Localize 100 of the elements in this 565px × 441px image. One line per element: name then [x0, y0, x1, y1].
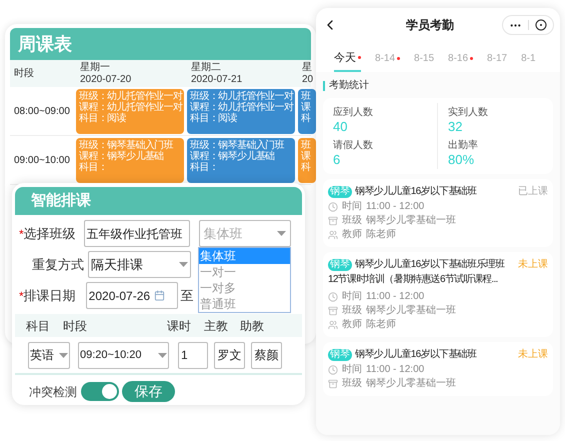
- repeat-select[interactable]: 隔天排课: [88, 251, 191, 278]
- weekday-header: 星期一: [80, 62, 111, 74]
- dropdown-option[interactable]: 普通班: [199, 296, 290, 312]
- card-text: 科目：阅读: [79, 112, 127, 124]
- stat-label: 应到人数: [333, 106, 374, 120]
- column-header: 科目: [25, 318, 51, 334]
- course-tag: 钢琴: [328, 186, 352, 198]
- class-card[interactable]: 班 课 科: [298, 88, 316, 134]
- toggle-switch[interactable]: [81, 382, 119, 401]
- calendar-icon: [154, 290, 166, 301]
- card-text: 课: [301, 150, 310, 162]
- card-text: 科目：阅读: [190, 112, 238, 124]
- people-icon: [328, 320, 338, 330]
- caret-icon: [179, 262, 188, 267]
- lesson-status: 已上课: [518, 185, 548, 199]
- date-tab[interactable]: 8-1: [521, 51, 536, 72]
- column-header: 时段: [13, 66, 35, 81]
- type-select[interactable]: 集体班: [198, 220, 291, 247]
- card-text: 科目：: [79, 162, 108, 172]
- detail-value: 陈老师: [366, 318, 396, 332]
- detail-value: 11:00 - 12:00: [366, 290, 424, 304]
- people-icon: [328, 230, 338, 240]
- caret-icon: [59, 352, 68, 358]
- lesson-status: 未上课: [518, 348, 548, 362]
- card-text: 科: [301, 162, 312, 172]
- stat-label: 出勤率: [448, 138, 479, 153]
- class-card[interactable]: 班级：钢琴基础入门班 课程：钢琴少儿基础 科目：: [187, 138, 295, 182]
- detail-value: 陈老师: [366, 228, 396, 242]
- date-input[interactable]: 2020-07-26: [86, 282, 178, 309]
- panel-title: 智能排课: [31, 190, 91, 211]
- target-icon[interactable]: [535, 19, 547, 31]
- column-header: 主教: [204, 318, 229, 334]
- card-text: 班: [301, 140, 312, 150]
- class-card[interactable]: 班级：幼儿托管作业一对 课程：幼儿托管作业一对 科目：阅读: [187, 88, 295, 134]
- clock-icon: [328, 202, 338, 212]
- class-card[interactable]: 班 课 科: [298, 138, 316, 182]
- lesson-title: 钢琴少儿儿童16岁以下基础班乐理班: [355, 258, 506, 272]
- capsule-menu[interactable]: [502, 15, 554, 35]
- lesson-card[interactable]: 钢琴 钢琴少儿儿童16岁以下基础班乐理班 未上课 12节课时培训（暑期特惠送6节试听课程... 时间 11:00 - 12:00 班级 钢琴少儿零基础一班 教师 陈老师: [323, 252, 553, 337]
- clock-icon: [328, 292, 338, 302]
- clock-icon: [328, 364, 338, 374]
- time-slot: 09:00~10:00: [10, 152, 76, 168]
- column-header: 课时: [167, 318, 192, 334]
- dropdown-option[interactable]: 一对一: [199, 264, 290, 280]
- panel-title: 周课表: [18, 32, 72, 56]
- date-tab[interactable]: 8-15: [414, 51, 434, 72]
- detail-label: 班级: [342, 304, 362, 318]
- archive-icon: [328, 216, 338, 226]
- card-text: 课程：钢琴少儿基础: [79, 150, 165, 162]
- date-tab[interactable]: 8-16: [448, 51, 474, 72]
- date-header: 2020-07-21: [191, 74, 244, 86]
- dropdown-option[interactable]: 一对多: [199, 280, 290, 296]
- stat-label: 实到人数: [448, 106, 489, 120]
- archive-icon: [328, 378, 338, 388]
- class-card[interactable]: 班级：钢琴基础入门班 课程：钢琴少儿基础 科目：: [76, 138, 184, 182]
- card-text: 班级：钢琴基础入门班: [79, 140, 174, 150]
- lesson-status: 未上课: [518, 258, 548, 272]
- date-tab[interactable]: 8-17: [487, 51, 508, 72]
- lesson-title: 钢琴少儿儿童16岁以下基础班: [355, 348, 478, 362]
- detail-value: 钢琴少儿零基础一班: [366, 376, 456, 391]
- weekday-header: 星: [302, 62, 313, 74]
- teacher-button[interactable]: 罗文: [214, 342, 245, 368]
- detail-label: 班级: [342, 214, 362, 228]
- detail-label: 时间: [342, 290, 362, 304]
- dropdown-option[interactable]: 集体班: [199, 248, 290, 264]
- field-label: 排课日期: [24, 286, 77, 305]
- lesson-title: 钢琴少儿儿童16岁以下基础班: [355, 185, 478, 199]
- detail-label: 时间: [342, 362, 362, 377]
- detail-label: 教师: [342, 228, 362, 242]
- caret-icon: [276, 231, 286, 236]
- subject-select[interactable]: 英语: [28, 342, 70, 368]
- lesson-card[interactable]: 钢琴 钢琴少儿儿童16岁以下基础班 未上课 时间 11:00 - 12:00 班级 钢琴少儿零基础一班: [323, 342, 553, 396]
- save-button[interactable]: 保存: [122, 381, 175, 402]
- class-input[interactable]: 五年级作业托管班: [84, 220, 190, 247]
- period-select[interactable]: 09:20~10:20: [78, 342, 169, 368]
- field-label: 选择班级: [24, 224, 77, 243]
- stat-value: 6: [333, 153, 342, 167]
- detail-value: 11:00 - 12:00: [366, 363, 424, 377]
- date-header: 2020-07-20: [80, 74, 132, 86]
- assistant-button[interactable]: 蔡颜: [251, 342, 282, 368]
- page-title: 学员考勤: [405, 17, 455, 34]
- detail-value: 钢琴少儿零基础一班: [366, 214, 456, 228]
- required-mark: *: [19, 226, 24, 242]
- archive-icon: [328, 306, 338, 316]
- lesson-card[interactable]: 钢琴 钢琴少儿儿童16岁以下基础班 已上课 时间 11:00 - 12:00 班级 钢琴少儿零基础一班 教师 陈老师: [323, 179, 553, 247]
- date-tab[interactable]: 8-14: [375, 51, 400, 72]
- card-text: 班: [301, 90, 312, 102]
- class-card[interactable]: 班级：幼儿托管作业一对 课程：幼儿托管作业一对 科目：阅读: [76, 88, 184, 134]
- hours-input[interactable]: 1: [178, 342, 208, 368]
- date-header: 20: [302, 74, 314, 86]
- course-tag: 钢琴: [328, 259, 352, 271]
- weekday-header: 星期二: [191, 62, 222, 74]
- field-label: 冲突检测: [29, 384, 77, 400]
- card-text: 科: [301, 112, 312, 124]
- course-tag: 钢琴: [328, 349, 352, 361]
- stat-value: 32: [448, 120, 464, 134]
- card-text: 班级：钢琴基础入门班: [190, 140, 286, 150]
- card-text: 课程：幼儿托管作业一对: [190, 102, 292, 112]
- stat-label: 请假人数: [333, 138, 374, 153]
- required-mark: *: [19, 288, 24, 304]
